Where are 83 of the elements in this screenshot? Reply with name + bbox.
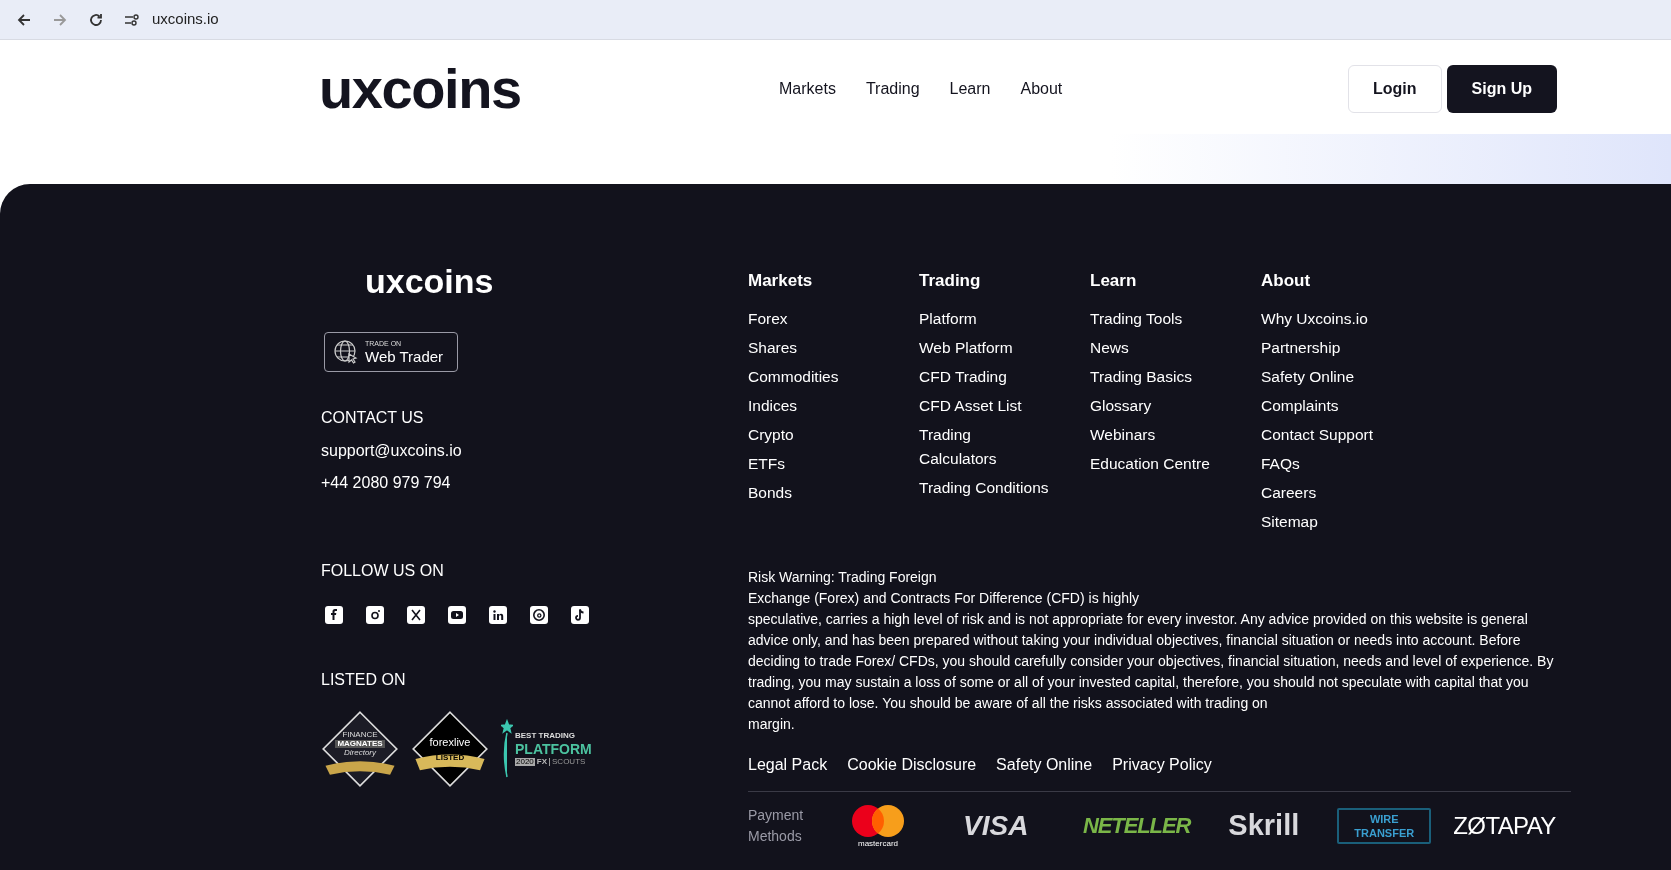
footer-link[interactable]: Crypto bbox=[748, 422, 919, 447]
footer-link[interactable]: Sitemap bbox=[1261, 509, 1432, 534]
column-heading: Markets bbox=[748, 270, 814, 292]
zotapay-logo: ZØTAPAY bbox=[1453, 810, 1556, 841]
neteller-logo: NETELLER bbox=[1083, 812, 1191, 840]
overlapping-circles-icon bbox=[851, 803, 905, 838]
badge-text: FINANCE bbox=[342, 731, 378, 739]
footer-link[interactable]: Shares bbox=[748, 335, 919, 360]
footer-link[interactable]: Trading Basics bbox=[1090, 364, 1261, 389]
badge-text: FX bbox=[536, 758, 548, 766]
section-heading: LISTED ON bbox=[321, 670, 407, 690]
logo[interactable]: uxcoins bbox=[319, 61, 779, 117]
column-heading: Learn bbox=[1090, 270, 1138, 292]
footer-link[interactable]: Glossary bbox=[1090, 393, 1261, 418]
footer-link[interactable]: Platform bbox=[919, 306, 1090, 331]
badge-text: 2020 bbox=[515, 758, 535, 766]
nav-link[interactable]: Learn bbox=[949, 77, 991, 101]
footer-link[interactable]: CFD Trading bbox=[919, 364, 1090, 389]
section-heading: CONTACT US bbox=[321, 408, 425, 428]
badge-text: LISTED bbox=[435, 753, 465, 762]
footer-link[interactable]: Trading Conditions bbox=[919, 475, 1090, 500]
footer-link[interactable]: Bonds bbox=[748, 480, 919, 505]
facebook-icon[interactable] bbox=[325, 606, 343, 624]
url-text: uxcoins.io bbox=[152, 9, 219, 30]
footer-link[interactable]: Partnership bbox=[1261, 335, 1432, 360]
email-link[interactable]: support@uxcoins.io bbox=[321, 439, 748, 463]
payment-label: Payment Methods bbox=[748, 805, 805, 846]
nav-link[interactable]: Markets bbox=[779, 77, 836, 101]
badge-text: PLATFORM bbox=[515, 742, 592, 756]
youtube-icon[interactable] bbox=[448, 606, 466, 624]
footer-link[interactable]: Contact Support bbox=[1261, 422, 1432, 447]
legal-link[interactable]: Legal Pack bbox=[748, 752, 828, 777]
listing-badge[interactable]: forexlive LISTED bbox=[411, 710, 489, 788]
badge-text: BEST TRADING bbox=[515, 732, 576, 740]
column-heading: About bbox=[1261, 270, 1312, 292]
back-icon[interactable] bbox=[16, 11, 32, 28]
phone-link[interactable]: +44 2080 979 794 bbox=[321, 471, 748, 495]
badge-text: forexlive bbox=[429, 736, 471, 748]
listing-badge[interactable]: BEST TRADING PLATFORM 2020 FX SCOUTS bbox=[501, 714, 592, 784]
tiktok-icon[interactable] bbox=[571, 606, 589, 624]
footer-link[interactable]: ETFs bbox=[748, 451, 919, 476]
footer-link[interactable]: Web Platform bbox=[919, 335, 1090, 360]
site-settings-icon[interactable] bbox=[124, 12, 140, 27]
linkedin-icon[interactable] bbox=[489, 606, 507, 624]
footer-link[interactable]: Why Uxcoins.io bbox=[1261, 306, 1432, 331]
footer-link[interactable]: Trading Tools bbox=[1090, 306, 1261, 331]
footer-link[interactable]: CFD Asset List bbox=[919, 393, 1090, 418]
badge-text: MAGNATES bbox=[335, 740, 385, 748]
legal-link[interactable]: Cookie Disclosure bbox=[847, 752, 977, 777]
column-heading: Trading bbox=[919, 270, 982, 292]
footer-link[interactable]: Indices bbox=[748, 393, 919, 418]
nav-link[interactable]: Trading bbox=[865, 77, 920, 101]
footer-link[interactable]: Education Centre bbox=[1090, 451, 1261, 476]
footer-link[interactable]: Safety Online bbox=[1261, 364, 1432, 389]
button-label: Web Trader bbox=[365, 349, 444, 364]
footer-link[interactable]: Trading Calculators bbox=[919, 422, 1090, 471]
star-swoosh-icon bbox=[501, 719, 513, 779]
footer-link[interactable]: Commodities bbox=[748, 364, 919, 389]
listing-badge[interactable]: FINANCE MAGNATES Directory bbox=[321, 710, 399, 788]
instagram-icon[interactable] bbox=[366, 606, 384, 624]
reload-icon[interactable] bbox=[88, 11, 104, 28]
footer-link[interactable]: News bbox=[1090, 335, 1261, 360]
section-heading: FOLLOW US ON bbox=[321, 561, 445, 581]
globe-icon bbox=[333, 339, 359, 365]
footer-link[interactable]: Webinars bbox=[1090, 422, 1261, 447]
badge-text: Directory bbox=[344, 749, 376, 757]
skrill-logo: Skrill bbox=[1228, 807, 1300, 843]
login-button[interactable]: Login bbox=[1348, 65, 1442, 113]
logo-text: mastercard bbox=[858, 839, 898, 848]
wire-transfer-logo: WIRE TRANSFER bbox=[1337, 807, 1432, 844]
footer-link[interactable]: Careers bbox=[1261, 480, 1432, 505]
footer-link[interactable]: Complaints bbox=[1261, 393, 1432, 418]
legal-link[interactable]: Safety Online bbox=[996, 752, 1093, 777]
legal-link[interactable]: Privacy Policy bbox=[1112, 752, 1212, 777]
visa-logo: VISA bbox=[963, 808, 1030, 843]
sign-up-button[interactable]: Sign Up bbox=[1446, 65, 1557, 113]
footer-link[interactable]: FAQs bbox=[1261, 451, 1432, 476]
nav-link[interactable]: About bbox=[1020, 77, 1063, 101]
x-icon[interactable] bbox=[407, 606, 425, 624]
footer-logo[interactable]: uxcoins bbox=[365, 264, 748, 298]
risk-warning-text: Risk Warning: Trading Foreign Exchange (Forex) and Contracts For Difference (CFD) is highly speculative, carries a high level of risk and is not appropriate for every investor. Any advice provided on this website is general advice only, and has been prepared without taking your individual objectives, financial situation or needs into account. Before deciding to trade Forex/ CFDs, you should carefully consider your objectives, financial situation, needs and level of experience. By trading, you may sustain a loss of some or all of your invested capital, therefore, you should not speculate with capital that you cannot afford to lose. You should be aware of all the risks associated with trading on margin. bbox=[748, 567, 1555, 734]
badge-text: SCOUTS bbox=[549, 758, 586, 766]
footer-link[interactable]: Forex bbox=[748, 306, 919, 331]
